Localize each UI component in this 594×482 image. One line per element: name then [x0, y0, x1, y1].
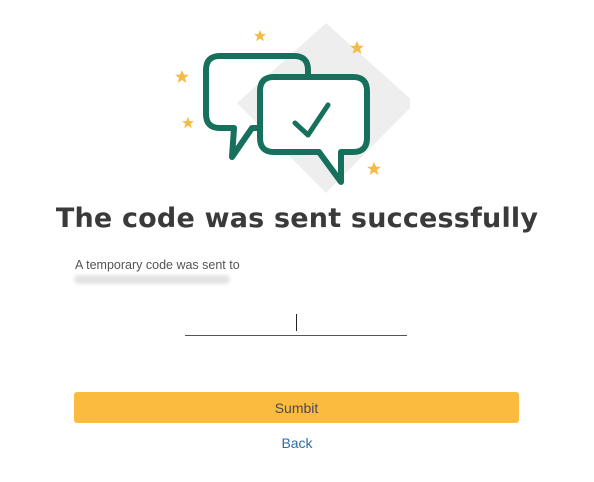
chat-bubbles-checkmark-icon	[175, 23, 410, 193]
star-icon	[367, 162, 381, 175]
sent-to-label: A temporary code was sent to	[75, 258, 240, 272]
back-link[interactable]: Back	[0, 435, 594, 451]
page-title: The code was sent successfully	[55, 203, 539, 234]
submit-button[interactable]: Sumbit	[74, 392, 519, 423]
redacted-recipient	[74, 275, 230, 284]
star-icon	[254, 30, 266, 42]
star-icon	[175, 70, 189, 83]
verification-page: The code was sent successfully A tempora…	[0, 0, 594, 482]
star-icon	[182, 117, 194, 129]
text-caret	[296, 314, 297, 331]
